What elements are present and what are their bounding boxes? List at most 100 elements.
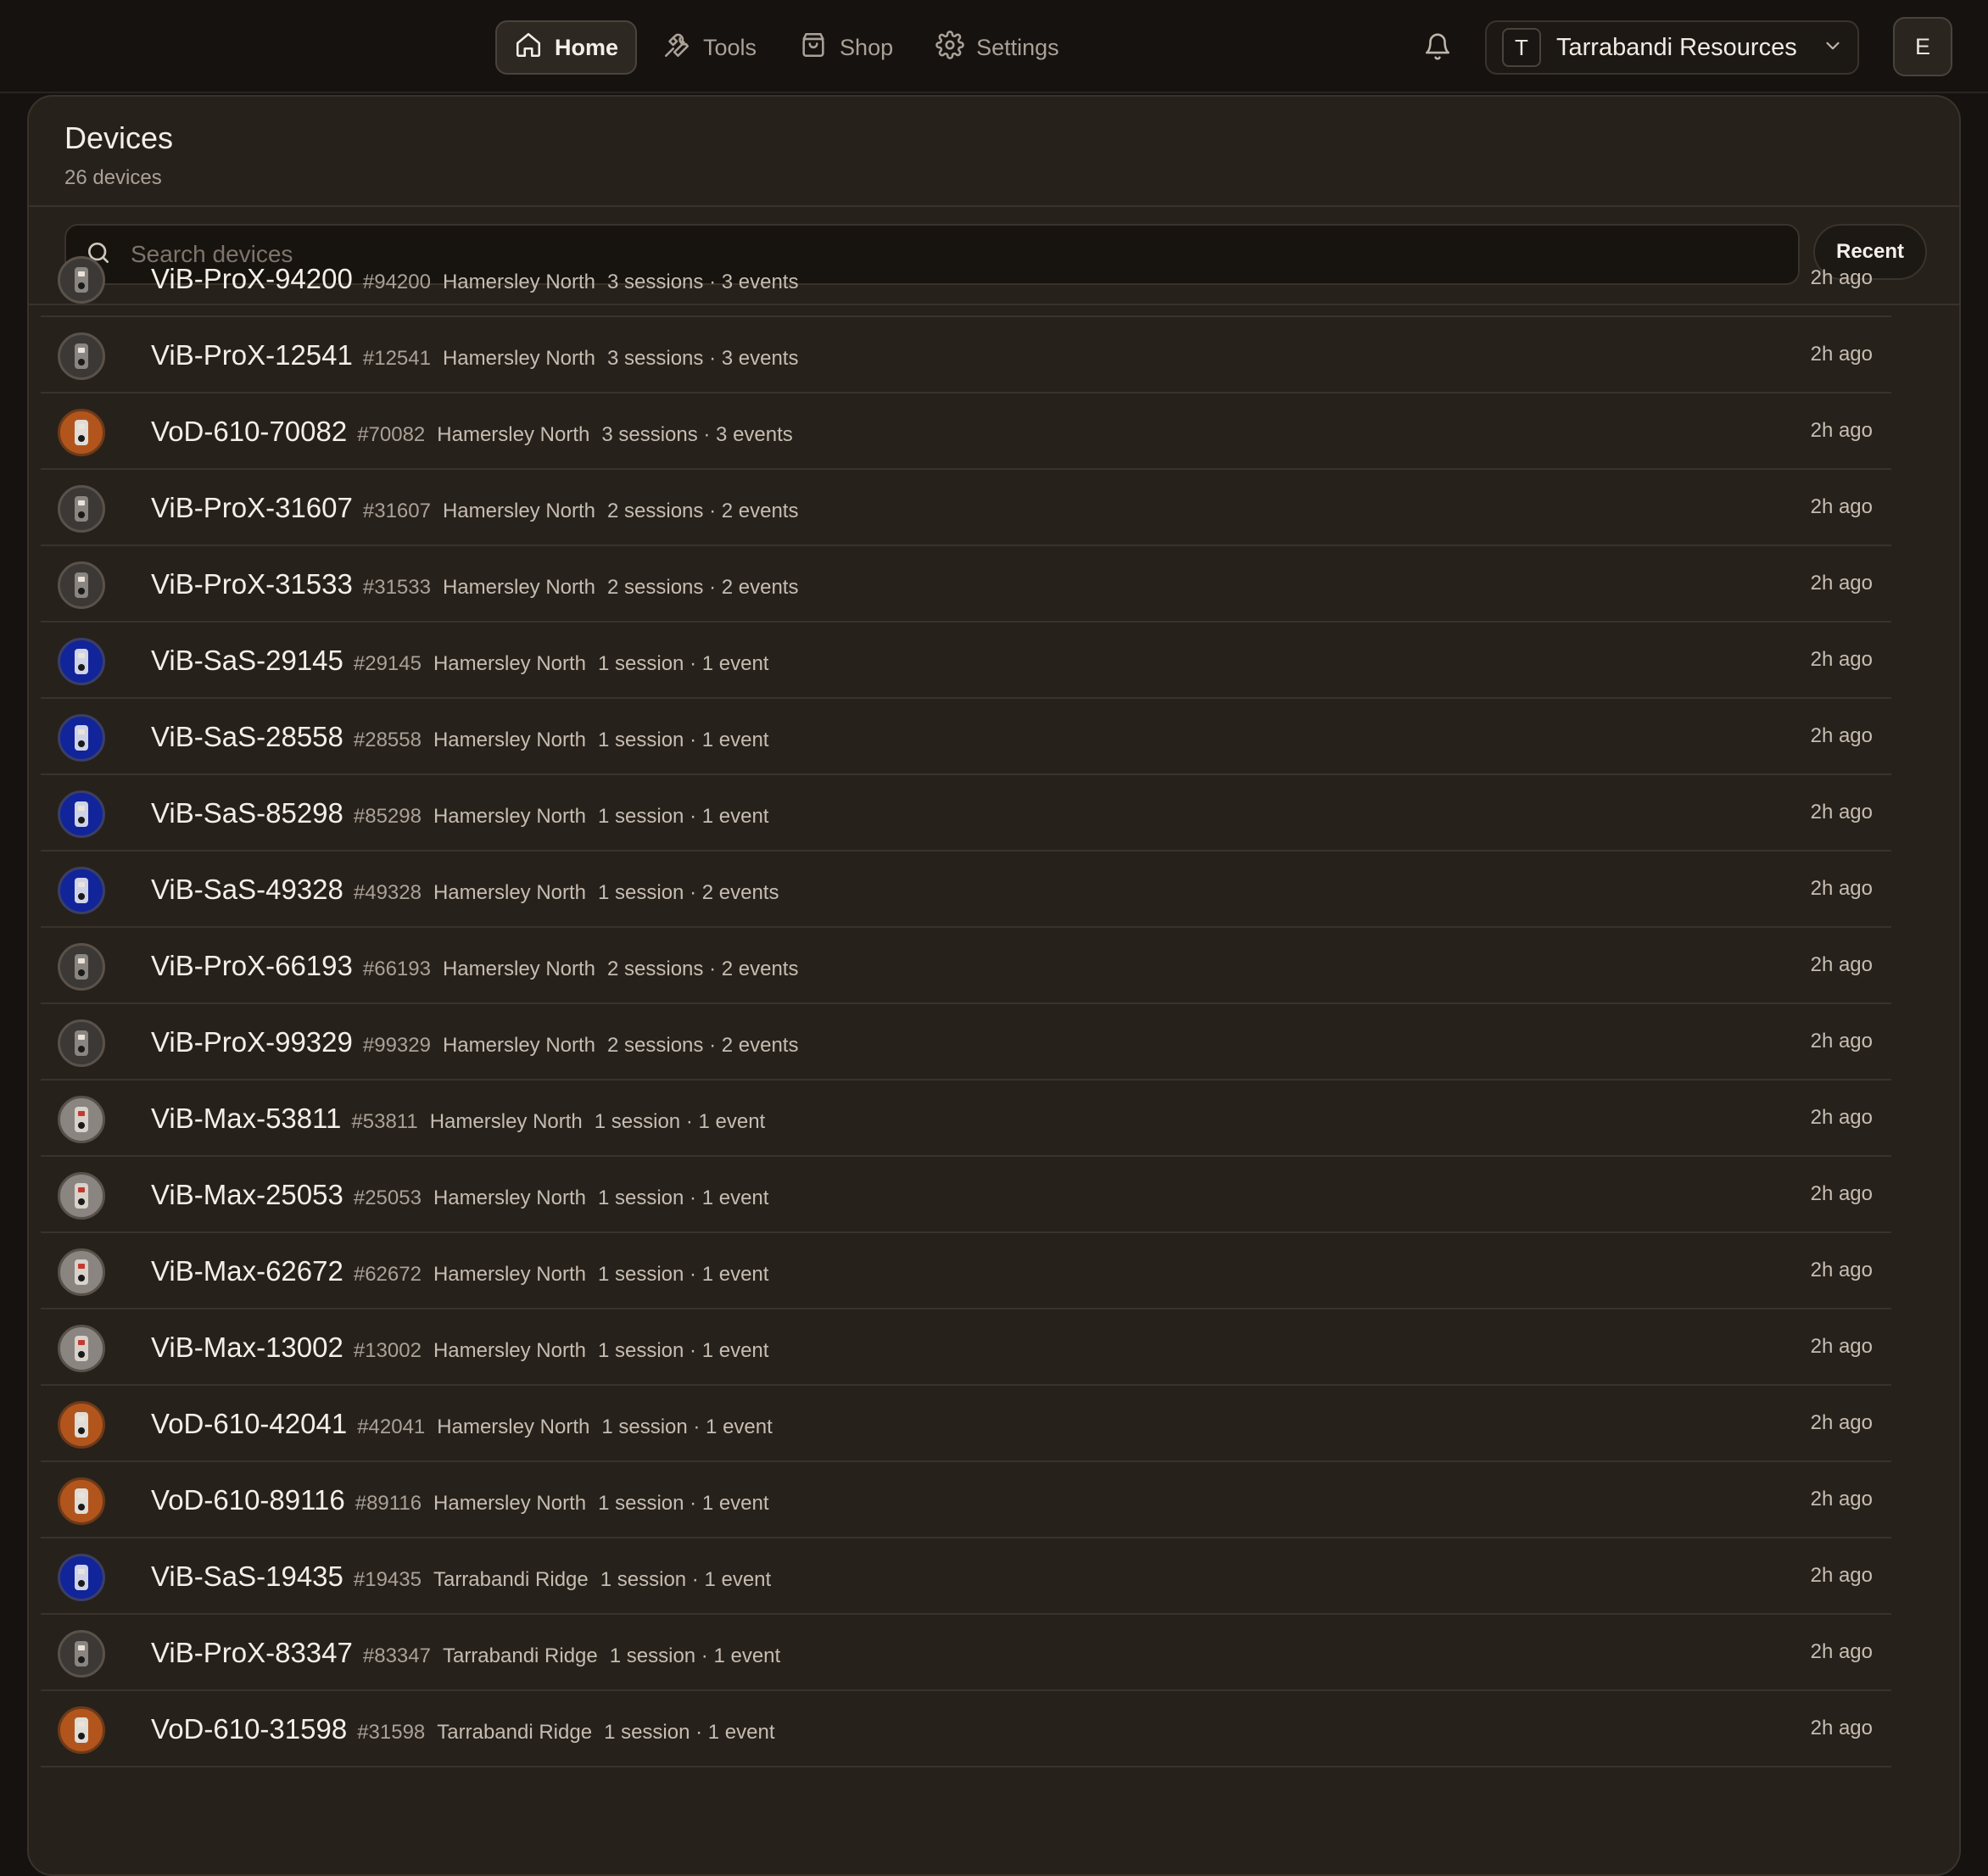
device-name: ViB-ProX-66193 bbox=[151, 950, 353, 981]
device-last-seen: 2h ago bbox=[1810, 1106, 1873, 1129]
device-stats: 1 session · 1 event bbox=[600, 1568, 772, 1591]
device-icon bbox=[58, 1096, 105, 1143]
device-row[interactable]: ViB-ProX-83347 #83347 Tarrabandi Ridge 1 se… bbox=[41, 1615, 1891, 1691]
device-icon bbox=[58, 790, 105, 838]
nav-settings[interactable]: Settings bbox=[919, 20, 1076, 75]
device-stats: 2 sessions · 2 events bbox=[607, 958, 799, 980]
org-switcher[interactable]: T Tarrabandi Resources bbox=[1485, 20, 1859, 75]
nav-tools[interactable]: Tools bbox=[645, 20, 773, 75]
device-info: VoD-610-31598 #31598 Tarrabandi Ridge 1 ses… bbox=[151, 1713, 775, 1745]
device-last-seen: 2h ago bbox=[1810, 648, 1873, 671]
device-row[interactable]: ViB-SaS-28558 #28558 Hamersley North 1 sess… bbox=[41, 699, 1891, 775]
device-row[interactable]: ViB-SaS-29145 #29145 Hamersley North 1 sess… bbox=[41, 623, 1891, 699]
device-stats: 1 session · 1 event bbox=[597, 1263, 769, 1286]
device-id: #25053 bbox=[353, 1186, 422, 1209]
device-stats: 3 sessions · 3 events bbox=[607, 347, 799, 370]
device-stats: 1 session · 1 event bbox=[604, 1721, 775, 1744]
device-id: #89116 bbox=[355, 1492, 422, 1515]
device-id: #85298 bbox=[353, 805, 422, 828]
device-name: VoD-610-31598 bbox=[151, 1713, 348, 1745]
device-icon bbox=[58, 1325, 105, 1372]
device-last-seen: 2h ago bbox=[1810, 1411, 1873, 1434]
device-site: Tarrabandi Ridge bbox=[433, 1568, 589, 1591]
device-info: ViB-ProX-31533 #31533 Hamersley North 2 ses… bbox=[151, 568, 798, 600]
nav-home[interactable]: Home bbox=[495, 20, 638, 75]
device-row[interactable]: ViB-Max-53811 #53811 Hamersley North 1 sess… bbox=[41, 1080, 1891, 1157]
chevron-down-icon bbox=[1822, 35, 1844, 61]
device-name: ViB-SaS-49328 bbox=[151, 874, 343, 905]
device-icon bbox=[58, 1477, 105, 1525]
device-row[interactable]: VoD-610-89116 #89116 Hamersley North 1 sess… bbox=[41, 1462, 1891, 1538]
device-icon bbox=[58, 638, 105, 685]
nav-shop[interactable]: Shop bbox=[782, 20, 910, 75]
device-name: ViB-SaS-19435 bbox=[151, 1561, 343, 1592]
device-row[interactable]: ViB-Max-62672 #62672 Hamersley North 1 sess… bbox=[41, 1233, 1891, 1309]
nav-settings-label: Settings bbox=[976, 34, 1059, 60]
device-row[interactable]: ViB-ProX-94200 #94200 Hamersley North 3 ses… bbox=[41, 241, 1891, 317]
device-row[interactable]: ViB-ProX-66193 #66193 Hamersley North 2 ses… bbox=[41, 928, 1891, 1004]
device-list: ViB-ProX-94200 #94200 Hamersley North 3 ses… bbox=[41, 241, 1891, 1767]
device-last-seen: 2h ago bbox=[1810, 1564, 1873, 1587]
device-row[interactable]: ViB-Max-25053 #25053 Hamersley North 1 sess… bbox=[41, 1157, 1891, 1233]
device-info: VoD-610-89116 #89116 Hamersley North 1 sess… bbox=[151, 1484, 769, 1516]
device-icon bbox=[58, 409, 105, 456]
device-name: VoD-610-70082 bbox=[151, 416, 348, 447]
device-info: ViB-Max-53811 #53811 Hamersley North 1 sess… bbox=[151, 1103, 765, 1135]
device-name: ViB-Max-25053 bbox=[151, 1179, 343, 1210]
device-icon bbox=[58, 943, 105, 991]
device-site: Hamersley North bbox=[442, 347, 596, 370]
device-row[interactable]: VoD-610-70082 #70082 Hamersley North 3 sess… bbox=[41, 394, 1891, 470]
device-icon bbox=[58, 1554, 105, 1601]
device-id: #31598 bbox=[357, 1721, 426, 1744]
device-info: ViB-SaS-49328 #49328 Hamersley North 1 sess… bbox=[151, 874, 779, 906]
device-last-seen: 2h ago bbox=[1810, 1717, 1873, 1739]
device-row[interactable]: ViB-ProX-99329 #99329 Hamersley North 2 ses… bbox=[41, 1004, 1891, 1080]
device-info: ViB-ProX-12541 #12541 Hamersley North 3 ses… bbox=[151, 339, 798, 371]
device-name: ViB-ProX-31607 bbox=[151, 492, 353, 523]
device-row[interactable]: ViB-ProX-12541 #12541 Hamersley North 3 ses… bbox=[41, 317, 1891, 394]
device-row[interactable]: VoD-610-42041 #42041 Hamersley North 1 sess… bbox=[41, 1386, 1891, 1462]
device-name: ViB-SaS-85298 bbox=[151, 797, 343, 829]
device-row[interactable]: ViB-ProX-31533 #31533 Hamersley North 2 ses… bbox=[41, 546, 1891, 623]
device-id: #42041 bbox=[357, 1415, 426, 1438]
device-icon bbox=[58, 1630, 105, 1678]
device-stats: 1 session · 1 event bbox=[601, 1415, 773, 1438]
device-row[interactable]: ViB-SaS-19435 #19435 Tarrabandi Ridge 1 ses… bbox=[41, 1538, 1891, 1615]
org-name: Tarrabandi Resources bbox=[1556, 33, 1797, 61]
device-name: ViB-ProX-83347 bbox=[151, 1637, 353, 1668]
device-stats: 2 sessions · 2 events bbox=[607, 1034, 799, 1057]
device-last-seen: 2h ago bbox=[1810, 1640, 1873, 1663]
device-last-seen: 2h ago bbox=[1810, 1488, 1873, 1510]
gear-icon bbox=[935, 30, 964, 65]
device-site: Hamersley North bbox=[437, 1415, 590, 1438]
device-last-seen: 2h ago bbox=[1810, 1182, 1873, 1205]
device-site: Tarrabandi Ridge bbox=[442, 1644, 598, 1667]
device-name: ViB-ProX-99329 bbox=[151, 1026, 353, 1058]
device-row[interactable]: ViB-SaS-49328 #49328 Hamersley North 1 sess… bbox=[41, 851, 1891, 928]
device-id: #62672 bbox=[353, 1263, 422, 1286]
device-icon bbox=[58, 1172, 105, 1220]
device-row[interactable]: ViB-Max-13002 #13002 Hamersley North 1 sess… bbox=[41, 1309, 1891, 1386]
device-row[interactable]: ViB-ProX-31607 #31607 Hamersley North 2 ses… bbox=[41, 470, 1891, 546]
device-row[interactable]: VoD-610-31598 #31598 Tarrabandi Ridge 1 ses… bbox=[41, 1691, 1891, 1767]
device-name: ViB-Max-62672 bbox=[151, 1255, 343, 1287]
device-info: ViB-Max-13002 #13002 Hamersley North 1 sess… bbox=[151, 1332, 768, 1364]
device-id: #94200 bbox=[362, 271, 431, 293]
device-site: Hamersley North bbox=[433, 805, 587, 828]
home-icon bbox=[514, 31, 543, 65]
device-id: #99329 bbox=[362, 1034, 431, 1057]
device-icon bbox=[58, 256, 105, 304]
user-avatar[interactable]: E bbox=[1893, 17, 1952, 76]
device-site: Hamersley North bbox=[442, 1034, 596, 1057]
device-icon bbox=[58, 561, 105, 609]
device-id: #12541 bbox=[362, 347, 431, 370]
device-site: Hamersley North bbox=[442, 271, 596, 293]
device-count: 26 devices bbox=[64, 166, 162, 189]
device-row[interactable]: ViB-SaS-85298 #85298 Hamersley North 1 sess… bbox=[41, 775, 1891, 851]
device-info: ViB-ProX-83347 #83347 Tarrabandi Ridge 1 se… bbox=[151, 1637, 780, 1669]
nav-home-label: Home bbox=[555, 34, 619, 60]
device-info: VoD-610-42041 #42041 Hamersley North 1 sess… bbox=[151, 1408, 773, 1440]
top-bar: Home Tools Shop Settings T Tarrabandi Re… bbox=[0, 0, 1988, 93]
device-info: VoD-610-70082 #70082 Hamersley North 3 sess… bbox=[151, 416, 793, 448]
bell-icon[interactable] bbox=[1418, 27, 1457, 66]
